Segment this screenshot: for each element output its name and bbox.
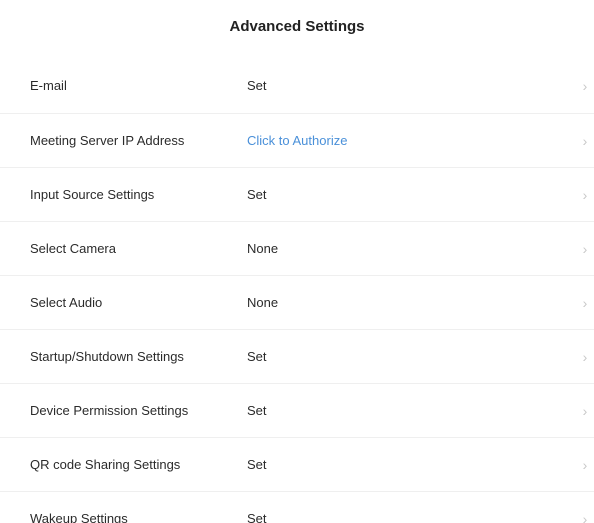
click-to-authorize-link[interactable]: Click to Authorize: [247, 114, 347, 168]
setting-label: Meeting Server IP Address: [30, 133, 185, 148]
settings-row-input-source[interactable]: Input Source Settings Set ›: [0, 167, 594, 221]
setting-value: Set: [247, 187, 267, 202]
setting-value: Set: [247, 457, 267, 472]
settings-row-device-permission[interactable]: Device Permission Settings Set ›: [0, 383, 594, 437]
setting-label: Select Camera: [30, 241, 116, 256]
setting-label: Select Audio: [30, 295, 103, 310]
chevron-right-icon: ›: [582, 295, 588, 311]
settings-row-qr-code-sharing[interactable]: QR code Sharing Settings Set ›: [0, 437, 594, 491]
setting-label: QR code Sharing Settings: [30, 457, 181, 472]
setting-label: Input Source Settings: [30, 187, 155, 202]
setting-label: Device Permission Settings: [30, 403, 189, 418]
setting-value: Set: [247, 403, 267, 418]
setting-value: Set: [247, 511, 267, 523]
setting-label: Wakeup Settings: [30, 511, 128, 523]
chevron-right-icon: ›: [582, 511, 588, 523]
page-title: Advanced Settings: [229, 18, 365, 35]
chevron-right-icon: ›: [582, 78, 588, 94]
chevron-right-icon: ›: [582, 133, 588, 149]
settings-row-email[interactable]: E-mail Set ›: [0, 59, 594, 113]
advanced-settings-screen: Advanced Settings E-mail Set › Meeting S…: [0, 0, 594, 523]
setting-value: None: [247, 295, 279, 310]
chevron-right-icon: ›: [582, 349, 588, 365]
settings-row-meeting-server-ip[interactable]: Meeting Server IP Address Click to Autho…: [0, 113, 594, 167]
setting-value: Set: [247, 78, 267, 93]
settings-row-select-camera[interactable]: Select Camera None ›: [0, 221, 594, 275]
setting-value: Set: [247, 349, 267, 364]
setting-label: Startup/Shutdown Settings: [30, 349, 184, 364]
chevron-right-icon: ›: [582, 187, 588, 203]
chevron-right-icon: ›: [582, 457, 588, 473]
setting-label: E-mail: [30, 78, 67, 93]
setting-value: None: [247, 241, 279, 256]
chevron-right-icon: ›: [582, 403, 588, 419]
settings-row-select-audio[interactable]: Select Audio None ›: [0, 275, 594, 329]
settings-list: E-mail Set › Meeting Server IP Address C…: [0, 59, 594, 523]
settings-row-startup-shutdown[interactable]: Startup/Shutdown Settings Set ›: [0, 329, 594, 383]
settings-row-wakeup[interactable]: Wakeup Settings Set ›: [0, 491, 594, 523]
chevron-right-icon: ›: [582, 241, 588, 257]
